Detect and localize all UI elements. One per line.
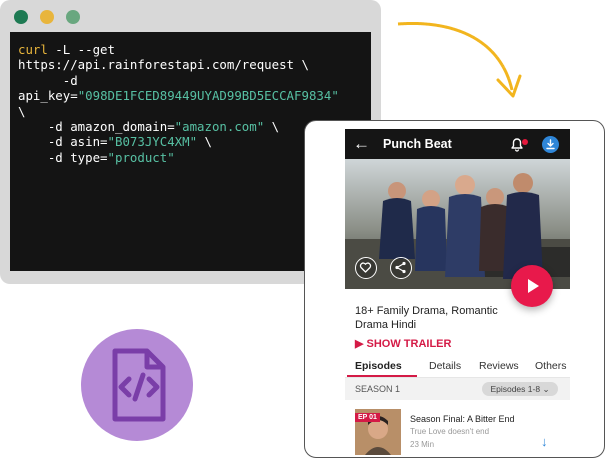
episodes-filter-dropdown[interactable]: Episodes 1-8 ⌄ xyxy=(482,382,558,396)
download-button[interactable] xyxy=(542,136,559,153)
play-button[interactable] xyxy=(511,265,553,307)
phone-screen: ← Punch Beat 18+ Family Drama, Romantic … xyxy=(345,129,570,457)
episode-duration: 23 Min xyxy=(410,440,435,449)
domain-value: "amazon.com" xyxy=(174,119,265,135)
episode-title[interactable]: Season Final: A Bitter End xyxy=(410,414,515,424)
notification-dot xyxy=(522,139,528,145)
asin-value: "B073JYC4XM" xyxy=(107,134,198,150)
app-bar: ← Punch Beat xyxy=(345,129,570,159)
active-tab-indicator xyxy=(347,375,417,377)
page-title: Punch Beat xyxy=(383,137,452,151)
episode-subtitle: True Love doesn't end xyxy=(410,427,490,436)
code-file-badge xyxy=(81,329,193,441)
type-flag: -d type= xyxy=(47,149,108,165)
show-trailer-label: SHOW TRAILER xyxy=(366,338,452,350)
show-genre: 18+ Family Drama, Romantic Drama Hindi xyxy=(355,305,498,331)
data-flag: -d xyxy=(62,72,78,88)
episode-download-icon[interactable]: ↓ xyxy=(541,434,548,449)
episodes-filter-label: Episodes 1-8 xyxy=(490,384,541,394)
season-label: SEASON 1 xyxy=(355,384,401,394)
tab-others[interactable]: Others xyxy=(535,360,567,372)
curl-flags: -L --get xyxy=(47,42,115,57)
season-row: SEASON 1 Episodes 1-8 ⌄ xyxy=(345,378,570,400)
domain-flag: -d amazon_domain= xyxy=(47,119,175,135)
arrow-left-icon[interactable]: ← xyxy=(353,135,370,153)
tab-details[interactable]: Details xyxy=(429,360,461,372)
type-value: "product" xyxy=(107,149,175,165)
api-key-label: api_key= xyxy=(18,88,78,104)
tab-episodes[interactable]: Episodes xyxy=(355,360,402,372)
share-button[interactable] xyxy=(390,257,412,279)
curved-arrow-icon xyxy=(397,21,522,98)
line-continuation: \ xyxy=(18,103,26,119)
episode-number-tag: EP 01 xyxy=(355,413,380,422)
episode-thumbnail[interactable]: EP 01 xyxy=(355,409,401,455)
show-trailer-link[interactable]: ▶ SHOW TRAILER xyxy=(355,337,451,350)
code-file-icon xyxy=(112,348,166,422)
asin-flag: -d asin= xyxy=(47,134,108,150)
window-dot-light-green[interactable] xyxy=(66,10,80,24)
window-dot-yellow[interactable] xyxy=(40,10,54,24)
tab-bar: Episodes Details Reviews Others xyxy=(345,353,570,378)
play-icon xyxy=(528,279,539,293)
share-icon xyxy=(395,261,406,274)
window-dot-green[interactable] xyxy=(14,10,28,24)
api-url: https://api.rainforestapi.com/request \ xyxy=(18,57,309,73)
chevron-down-icon: ⌄ xyxy=(542,384,550,394)
curl-command: curl xyxy=(18,42,48,57)
app-preview-card: ← Punch Beat 18+ Family Drama, Romantic … xyxy=(304,120,605,458)
api-key-value: "098DE1FCED89449UYAD99BD5ECCAF9834" xyxy=(77,88,339,104)
tab-reviews[interactable]: Reviews xyxy=(479,360,519,372)
heart-icon xyxy=(359,262,372,273)
download-icon xyxy=(546,139,555,150)
curl-code-block: curl -L --get https://api.rainforestapi.… xyxy=(18,42,339,165)
favorite-button[interactable] xyxy=(355,257,377,279)
